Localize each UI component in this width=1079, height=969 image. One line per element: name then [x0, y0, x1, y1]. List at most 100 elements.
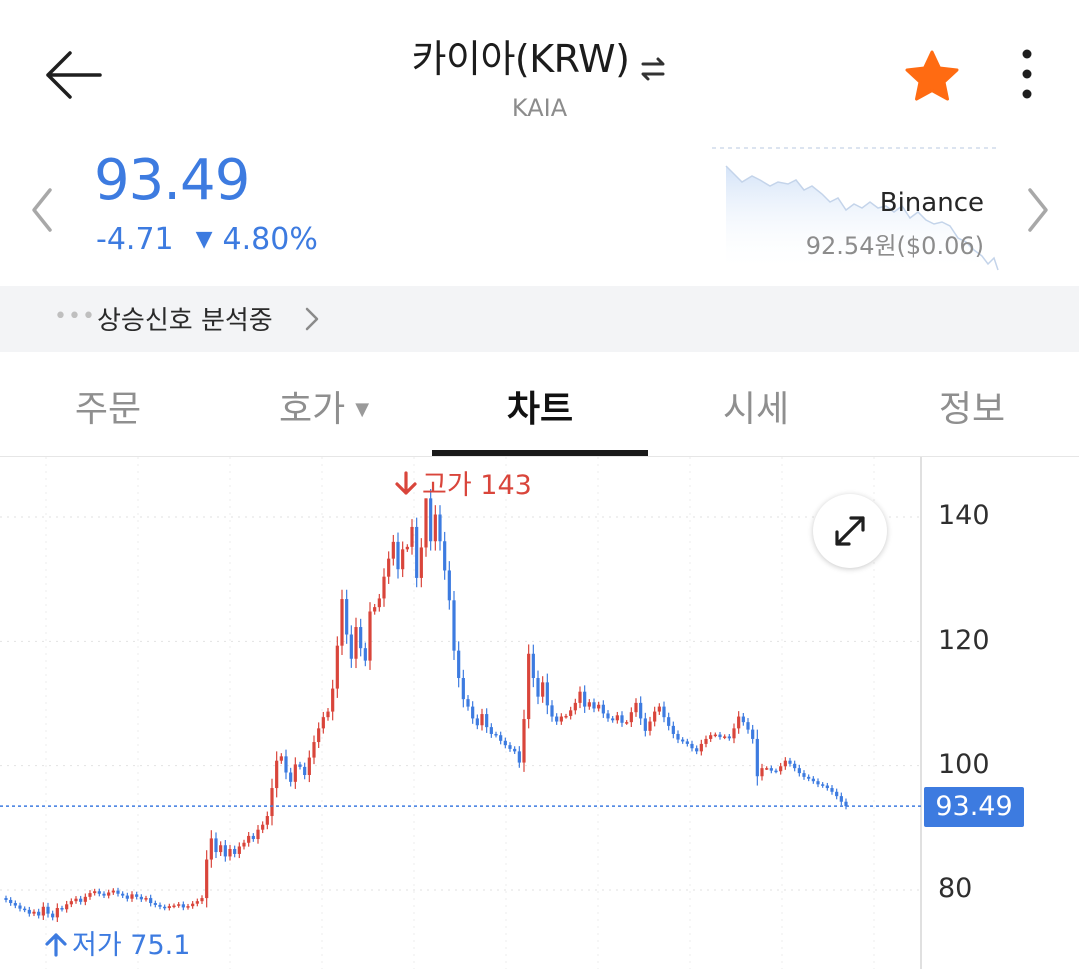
current-price: 93.49 [94, 148, 250, 213]
candle [289, 772, 293, 782]
candle [74, 898, 78, 902]
candle [569, 710, 573, 716]
candle [685, 741, 689, 744]
exchange-name: Binance [879, 188, 984, 218]
candle [433, 514, 437, 542]
candle [816, 781, 820, 785]
candle [219, 845, 223, 853]
candle [135, 894, 139, 897]
candle [676, 733, 680, 740]
candle [443, 541, 447, 571]
candle [774, 770, 778, 773]
price-chart[interactable] [0, 457, 1079, 969]
arrow-down-icon [395, 471, 417, 495]
candle [447, 570, 451, 601]
candle [522, 719, 526, 763]
candle [32, 911, 36, 914]
candle [65, 904, 69, 910]
candle [653, 711, 657, 722]
candle [125, 895, 129, 899]
dropdown-caret-icon: ▼ [355, 399, 370, 420]
candle [545, 682, 549, 706]
candle [186, 906, 190, 908]
candle [452, 600, 456, 651]
candle [97, 891, 101, 894]
candle [811, 778, 815, 782]
coin-title-text: 카이아(KRW) [411, 37, 630, 81]
tab-market-price[interactable]: 시세 [648, 380, 864, 458]
candle [373, 607, 377, 612]
candle [601, 704, 605, 714]
candle [424, 498, 428, 548]
candle [587, 702, 591, 707]
tab-chart[interactable]: 차트 [432, 380, 648, 458]
y-tick-label: 80 [938, 873, 973, 904]
previous-coin-button[interactable] [22, 180, 62, 240]
change-percent: 4.80% [222, 222, 318, 257]
tab-orderbook[interactable]: 호가 ▼ [216, 380, 432, 458]
candle [233, 848, 237, 854]
candle [228, 848, 232, 857]
loading-dots-icon: ••• [54, 304, 96, 329]
fullscreen-chart-button[interactable] [813, 494, 887, 568]
candle [494, 733, 498, 736]
candle [293, 764, 297, 782]
more-vertical-icon [1022, 49, 1032, 99]
candle [317, 728, 321, 743]
swap-currency-icon[interactable] [639, 48, 667, 80]
favorite-button[interactable] [900, 46, 964, 106]
chevron-right-icon [1028, 188, 1048, 232]
candle [690, 743, 694, 749]
candle [489, 727, 493, 734]
candle [51, 913, 55, 918]
chevron-right-icon [305, 307, 319, 331]
candle [830, 788, 834, 792]
candle [503, 740, 507, 746]
candle [550, 705, 554, 717]
exchange-price: 92.54원($0.06) [805, 232, 984, 260]
candle [340, 599, 344, 646]
candle [18, 905, 22, 909]
candle [391, 541, 395, 559]
change-amount: -4.71 [96, 222, 174, 257]
candle [517, 751, 521, 763]
candle [4, 898, 8, 900]
candle [396, 541, 400, 570]
high-price-text: 고가 143 [422, 470, 532, 501]
candle [60, 908, 64, 910]
candle [788, 760, 792, 764]
candle [681, 739, 685, 742]
candle [191, 903, 195, 907]
tab-info[interactable]: 정보 [864, 380, 1079, 458]
candle [107, 892, 111, 896]
tab-order[interactable]: 주문 [0, 380, 216, 458]
candle [410, 526, 414, 547]
candle [172, 905, 176, 908]
candle [27, 909, 31, 914]
change-direction-icon: ▼ [195, 227, 213, 252]
candle [368, 611, 372, 661]
candle [116, 890, 120, 894]
candle [713, 734, 717, 737]
candle [723, 736, 727, 738]
candle [704, 738, 708, 744]
candle [555, 716, 559, 722]
candle [177, 904, 181, 906]
candle [527, 653, 531, 720]
candle [111, 890, 115, 893]
candle [513, 748, 517, 752]
candle [438, 514, 442, 542]
candle [23, 908, 27, 911]
candle [223, 845, 227, 857]
candle [671, 725, 675, 734]
low-price-text: 저가 75.1 [72, 930, 191, 961]
candle [606, 713, 610, 719]
candle [83, 896, 87, 902]
next-coin-button[interactable] [1018, 180, 1058, 240]
candle [508, 745, 512, 749]
candle [531, 653, 535, 679]
candle [377, 598, 381, 608]
more-menu-button[interactable] [1004, 42, 1050, 106]
candle [559, 716, 563, 722]
candle [471, 706, 475, 719]
